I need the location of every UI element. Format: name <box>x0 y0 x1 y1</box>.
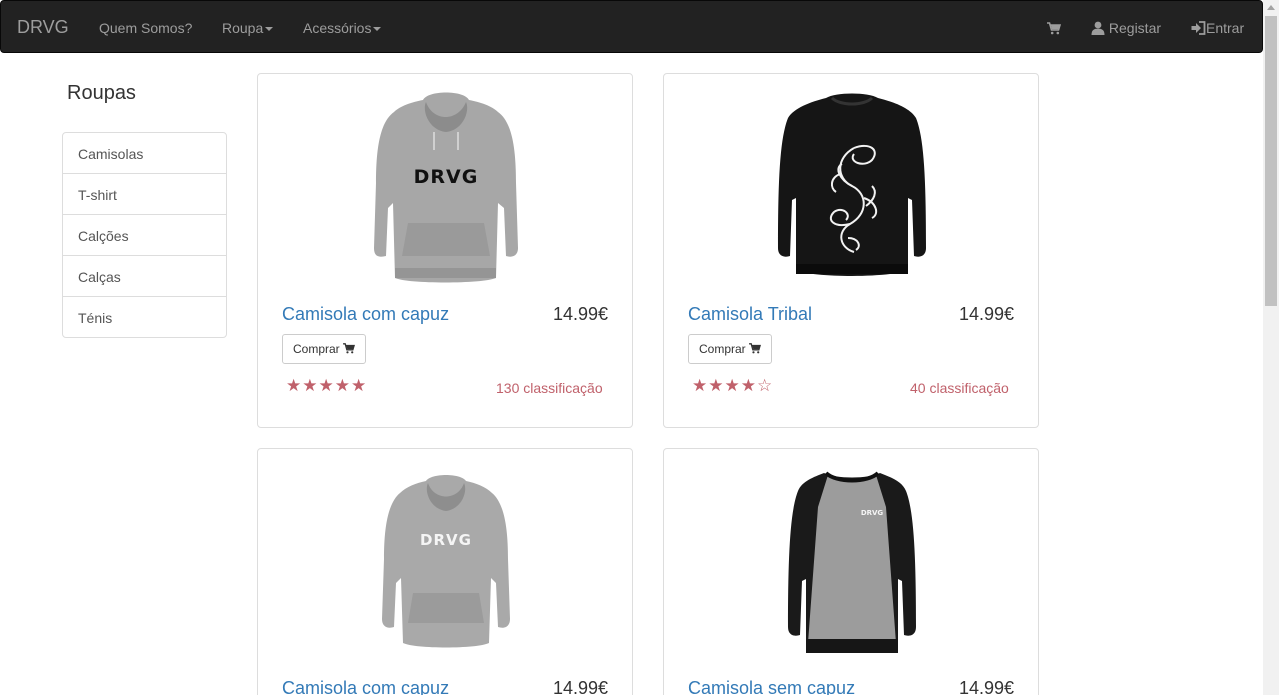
product-price: 14.99€ <box>958 678 1014 695</box>
category-camisolas[interactable]: Camisolas <box>63 133 226 174</box>
page-scrollbar[interactable] <box>1263 0 1279 695</box>
buy-button[interactable]: Comprar <box>688 334 773 364</box>
caret-down-icon <box>265 27 274 32</box>
product-title[interactable]: Camisola com capuz <box>282 677 449 695</box>
sidebar-title: Roupas <box>67 82 136 104</box>
product-title[interactable]: Camisola Tribal <box>688 303 812 325</box>
buy-button-label: Comprar <box>699 342 746 356</box>
product-card: DRVG Camisola com capuz 14.99€ <box>257 448 633 695</box>
caret-down-icon <box>373 27 382 32</box>
register-label: Registar <box>1108 20 1162 36</box>
user-icon <box>1091 21 1105 35</box>
product-image-tribal-sweater[interactable] <box>664 88 1038 288</box>
scroll-up-arrow-icon[interactable] <box>1267 5 1275 10</box>
rating-count: 130 classificação <box>496 380 603 396</box>
nav-acessorios-dropdown[interactable]: Acessórios <box>303 19 382 37</box>
product-image-grey-hoodie-white-logo[interactable]: DRVG <box>258 473 632 653</box>
product-price: 14.99€ <box>552 304 608 324</box>
rating-count: 40 classificação <box>910 380 1009 396</box>
cart-button[interactable] <box>1047 19 1061 37</box>
category-tenis[interactable]: Ténis <box>63 297 226 337</box>
shopping-cart-icon <box>1047 22 1061 35</box>
nav-quem-somos[interactable]: Quem Somos? <box>99 19 192 37</box>
login-label: Entrar <box>1206 20 1245 36</box>
shopping-cart-icon <box>343 343 356 354</box>
product-card: Camisola Tribal 14.99€ Comprar ★★★★☆ 40 … <box>663 73 1039 428</box>
category-calcoes[interactable]: Calções <box>63 215 226 256</box>
shopping-cart-icon <box>749 343 762 354</box>
top-navbar: DRVG Quem Somos? Roupa Acessórios Regist… <box>0 0 1263 53</box>
product-title[interactable]: Camisola com capuz <box>282 303 449 325</box>
brand-logo[interactable]: DRVG <box>17 17 69 37</box>
buy-button[interactable]: Comprar <box>282 334 367 364</box>
product-price: 14.99€ <box>958 304 1014 324</box>
product-title[interactable]: Camisola sem capuz <box>688 677 855 695</box>
svg-text:DRVG: DRVG <box>861 509 884 517</box>
register-link[interactable]: Registar <box>1091 19 1161 37</box>
product-card: DRVG Camisola sem capuz 14.99€ <box>663 448 1039 695</box>
category-calcas[interactable]: Calças <box>63 256 226 297</box>
svg-text:DRVG: DRVG <box>420 531 472 549</box>
buy-button-label: Comprar <box>293 342 340 356</box>
category-list: Camisolas T-shirt Calções Calças Ténis <box>62 132 227 338</box>
product-price: 14.99€ <box>552 678 608 695</box>
category-t-shirt[interactable]: T-shirt <box>63 174 226 215</box>
product-image-raglan-sweater[interactable]: DRVG <box>664 467 1038 657</box>
rating-stars: ★★★★★ <box>286 376 368 395</box>
rating-stars: ★★★★☆ <box>692 376 774 395</box>
scrollbar-thumb[interactable] <box>1265 16 1277 306</box>
nav-roupa-dropdown[interactable]: Roupa <box>222 19 274 37</box>
nav-roupa-label: Roupa <box>222 20 264 36</box>
log-in-icon <box>1191 21 1206 35</box>
svg-text:DRVG: DRVG <box>414 166 479 188</box>
login-link[interactable]: Entrar <box>1191 19 1244 37</box>
product-card: DRVG Camisola com capuz 14.99€ Comprar ★… <box>257 73 633 428</box>
nav-acessorios-label: Acessórios <box>303 20 372 36</box>
product-image-grey-hoodie[interactable]: DRVG <box>258 88 632 288</box>
